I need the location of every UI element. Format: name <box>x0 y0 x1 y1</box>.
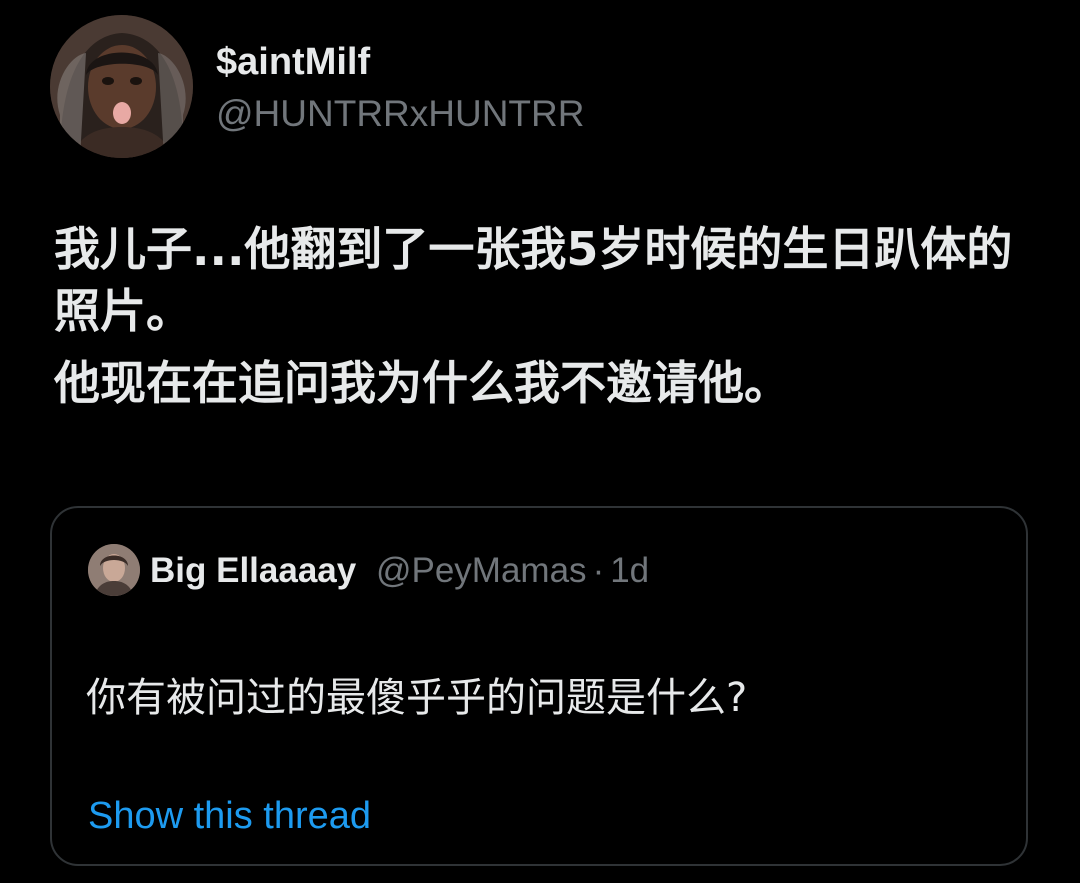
tweet-text: 我儿子...他翻到了一张我5岁时候的生日趴体的照片。 他现在在追问我为什么我不邀… <box>54 218 1034 414</box>
quoted-tweet-card[interactable]: Big Ellaaaay @PeyMamas · 1d 你有被问过的最傻乎乎的问题是… <box>50 506 1028 866</box>
author-display-name[interactable]: $aintMilf <box>216 38 370 86</box>
quoted-tweet-text: 你有被问过的最傻乎乎的问题是什么? <box>86 675 748 721</box>
tweet: $aintMilf @HUNTRRxHUNTRR 我儿子...他翻到了一张我5岁… <box>0 0 1080 883</box>
tweet-text-line: 他现在在追问我为什么我不邀请他。 <box>54 356 790 410</box>
show-thread-link[interactable]: Show this thread <box>88 792 371 840</box>
quoted-avatar-portrait-icon <box>88 544 140 596</box>
quoted-author-display-name[interactable]: Big Ellaaaay <box>150 551 356 590</box>
separator-dot: · <box>592 551 605 590</box>
author-avatar[interactable] <box>50 15 193 158</box>
quoted-tweet-header: Big Ellaaaay @PeyMamas · 1d <box>150 548 649 594</box>
author-handle[interactable]: @HUNTRRxHUNTRR <box>216 90 584 138</box>
quoted-author-avatar[interactable] <box>88 544 140 596</box>
quoted-tweet-timestamp[interactable]: 1d <box>610 551 649 590</box>
avatar-portrait-icon <box>50 15 193 158</box>
tweet-text-line: 我儿子...他翻到了一张我5岁时候的生日趴体的照片。 <box>54 222 1013 338</box>
quoted-author-handle[interactable]: @PeyMamas <box>376 551 587 590</box>
